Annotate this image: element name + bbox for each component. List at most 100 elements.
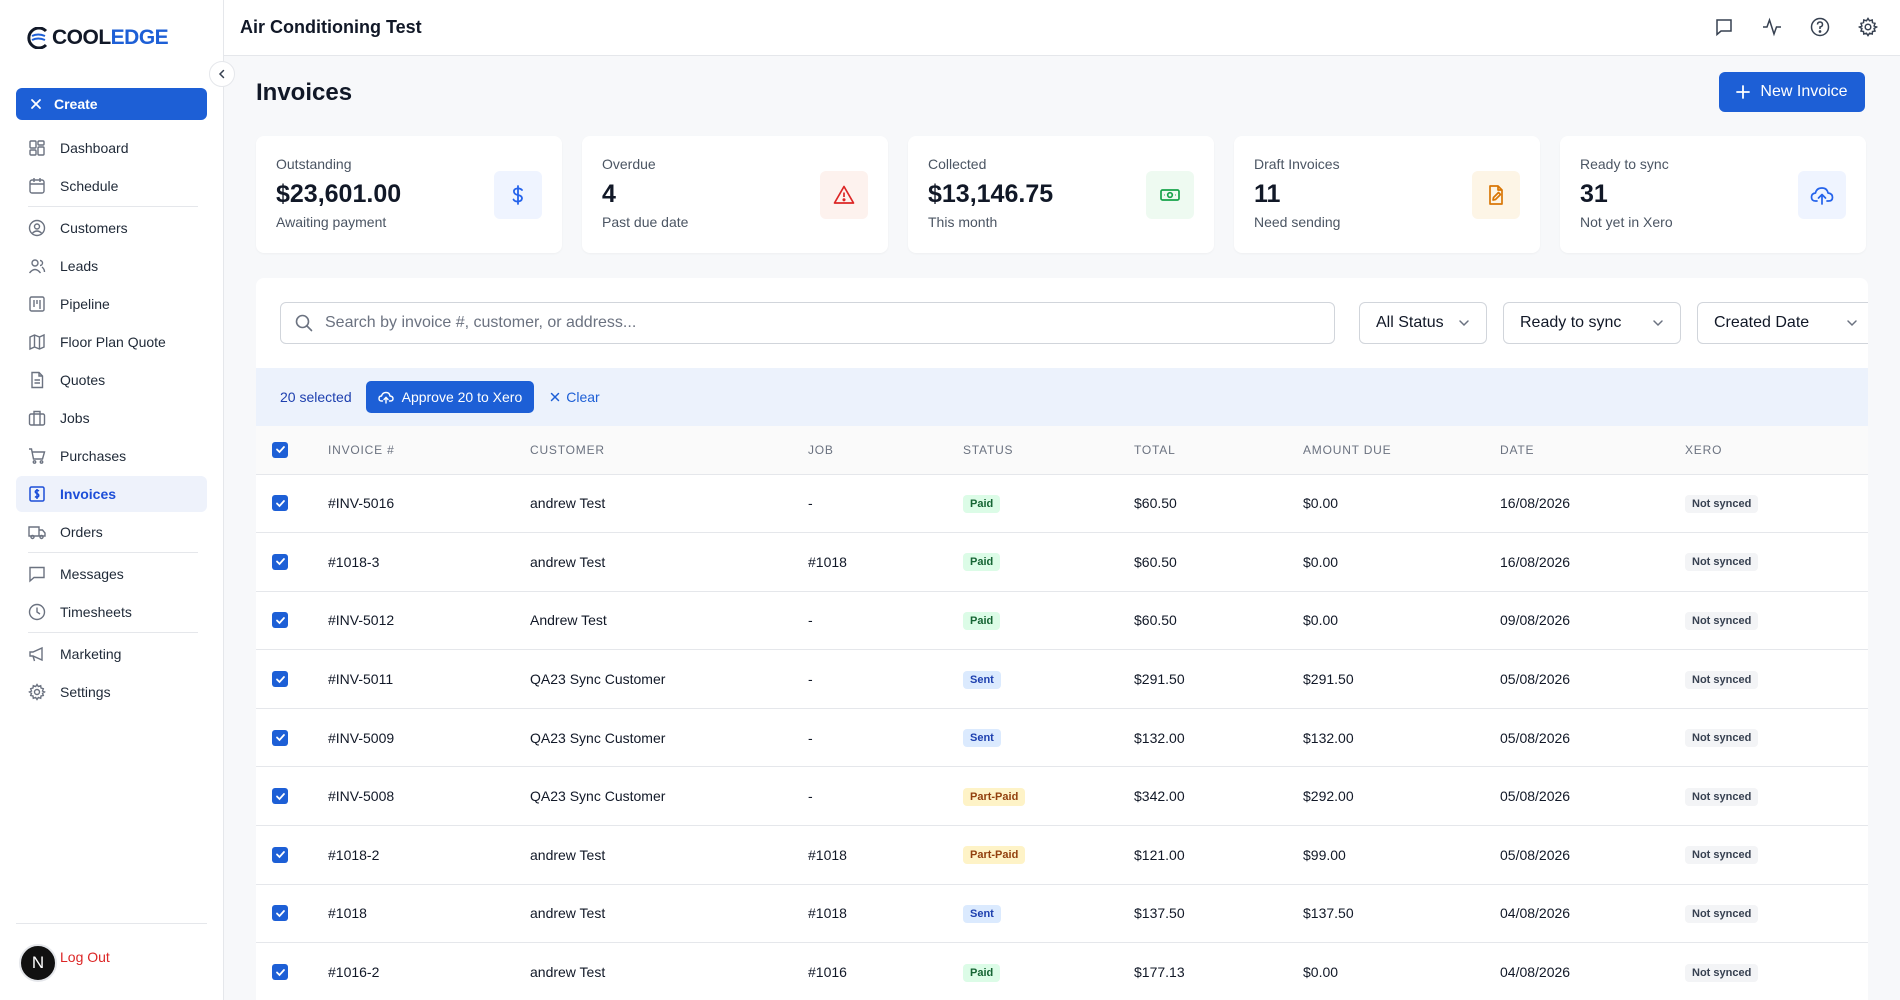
sidebar-item-invoices[interactable]: Invoices xyxy=(16,476,207,512)
row-checkbox[interactable] xyxy=(272,495,288,512)
avatar[interactable]: N xyxy=(19,944,57,982)
column-header-status[interactable]: STATUS xyxy=(963,426,1134,474)
invoice-number[interactable]: #INV-5009 xyxy=(328,708,530,767)
logout-link[interactable]: Log Out xyxy=(60,949,110,965)
sidebar-item-dashboard[interactable]: Dashboard xyxy=(16,130,207,166)
row-checkbox[interactable] xyxy=(272,964,288,981)
invoice-date: 05/08/2026 xyxy=(1500,846,1571,863)
amount-due: $0.00 xyxy=(1303,495,1339,512)
new-invoice-button[interactable]: New Invoice xyxy=(1719,72,1865,112)
create-label: Create xyxy=(54,96,98,112)
invoice-date: 05/08/2026 xyxy=(1500,729,1571,746)
select-all-checkbox[interactable] xyxy=(272,441,288,458)
search-input[interactable] xyxy=(325,314,1225,332)
approve-to-xero-button[interactable]: Approve 20 to Xero xyxy=(365,381,535,413)
table-row[interactable]: #1018-2 andrew Test #1018 Part-Paid $121… xyxy=(256,825,1868,885)
sync-filter-value: Ready to sync xyxy=(1520,314,1622,331)
column-header-job[interactable]: JOB xyxy=(808,426,963,474)
sidebar-item-label: Floor Plan Quote xyxy=(60,334,166,350)
sidebar-item-label: Settings xyxy=(60,684,111,700)
status-badge: Part-Paid xyxy=(963,787,1026,806)
collapse-sidebar-button[interactable] xyxy=(209,61,235,87)
briefcase-icon xyxy=(28,409,46,427)
sort-dropdown[interactable]: Created Date xyxy=(1697,302,1868,344)
sync-filter-dropdown[interactable]: Ready to sync xyxy=(1503,302,1681,344)
invoice-number[interactable]: #1016-2 xyxy=(328,943,530,1000)
stat-value: 31 xyxy=(1580,180,1608,208)
invoice-number[interactable]: #INV-5012 xyxy=(328,591,530,650)
invoice-number[interactable]: #1018-2 xyxy=(328,826,530,885)
row-checkbox[interactable] xyxy=(272,612,288,629)
job-number[interactable]: #1018 xyxy=(808,884,963,943)
column-header-date[interactable]: DATE xyxy=(1500,426,1685,474)
table-row[interactable]: #INV-5011 QA23 Sync Customer - Sent $291… xyxy=(256,649,1868,709)
search-box[interactable] xyxy=(280,302,1335,344)
calendar-icon xyxy=(28,177,46,195)
help-icon[interactable] xyxy=(1810,16,1830,38)
invoice-date: 09/08/2026 xyxy=(1500,612,1571,629)
column-header-total[interactable]: TOTAL xyxy=(1134,426,1303,474)
sidebar: COOLEDGE Create Dashboard Schedule Custo… xyxy=(0,0,224,1000)
column-header-invoice[interactable]: INVOICE # xyxy=(328,426,530,474)
table-row[interactable]: #INV-5008 QA23 Sync Customer - Part-Paid… xyxy=(256,766,1868,826)
status-filter-dropdown[interactable]: All Status xyxy=(1359,302,1487,344)
column-header-customer[interactable]: CUSTOMER xyxy=(530,426,808,474)
total-amount: $60.50 xyxy=(1134,612,1177,629)
sidebar-item-floor-plan-quote[interactable]: Floor Plan Quote xyxy=(16,324,207,360)
sidebar-item-timesheets[interactable]: Timesheets xyxy=(16,594,207,630)
sidebar-item-pipeline[interactable]: Pipeline xyxy=(16,286,207,322)
sidebar-item-marketing[interactable]: Marketing xyxy=(16,636,207,672)
invoice-dollar-icon xyxy=(28,485,46,503)
sidebar-item-schedule[interactable]: Schedule xyxy=(16,168,207,204)
sidebar-item-purchases[interactable]: Purchases xyxy=(16,438,207,474)
topbar: Air Conditioning Test xyxy=(224,0,1900,56)
row-checkbox[interactable] xyxy=(272,788,288,805)
table-row[interactable]: #1016-2 andrew Test #1016 Paid $177.13 $… xyxy=(256,942,1868,1000)
column-header-xero[interactable]: XERO xyxy=(1685,426,1868,474)
sidebar-item-quotes[interactable]: Quotes xyxy=(16,362,207,398)
logo[interactable]: COOLEDGE xyxy=(26,26,169,50)
map-icon xyxy=(28,333,46,351)
table-row[interactable]: #1018 andrew Test #1018 Sent $137.50 $13… xyxy=(256,884,1868,943)
table-row[interactable]: #INV-5012 Andrew Test - Paid $60.50 $0.0… xyxy=(256,591,1868,650)
sidebar-item-label: Dashboard xyxy=(60,140,129,156)
invoice-number[interactable]: #INV-5008 xyxy=(328,767,530,826)
job-number[interactable]: #1018 xyxy=(808,533,963,592)
table-row[interactable]: #INV-5016 andrew Test - Paid $60.50 $0.0… xyxy=(256,474,1868,533)
invoice-number[interactable]: #1018-3 xyxy=(328,533,530,592)
status-filter-value: All Status xyxy=(1376,314,1444,331)
sidebar-item-leads[interactable]: Leads xyxy=(16,248,207,284)
chat-icon[interactable] xyxy=(1714,16,1734,38)
stat-value: $23,601.00 xyxy=(276,180,402,208)
invoice-number[interactable]: #INV-5011 xyxy=(328,650,530,709)
invoice-date: 04/08/2026 xyxy=(1500,964,1571,981)
row-checkbox[interactable] xyxy=(272,729,288,746)
row-checkbox[interactable] xyxy=(272,846,288,863)
sidebar-item-settings[interactable]: Settings xyxy=(16,674,207,710)
sidebar-item-messages[interactable]: Messages xyxy=(16,556,207,592)
invoice-number[interactable]: #INV-5016 xyxy=(328,474,530,533)
column-header-amount-due[interactable]: AMOUNT DUE xyxy=(1303,426,1500,474)
create-button[interactable]: Create xyxy=(16,88,207,120)
row-checkbox[interactable] xyxy=(272,553,288,570)
clear-selection-button[interactable]: Clear xyxy=(550,389,600,405)
row-checkbox[interactable] xyxy=(272,905,288,922)
table-row[interactable]: #INV-5009 QA23 Sync Customer - Sent $132… xyxy=(256,708,1868,767)
total-amount: $137.50 xyxy=(1134,905,1185,922)
status-badge: Sent xyxy=(963,729,1001,748)
job-number[interactable]: #1016 xyxy=(808,943,963,1000)
invoice-number[interactable]: #1018 xyxy=(328,884,530,943)
sidebar-item-orders[interactable]: Orders xyxy=(16,514,207,550)
row-checkbox[interactable] xyxy=(272,671,288,688)
cart-icon xyxy=(28,447,46,465)
sidebar-item-jobs[interactable]: Jobs xyxy=(16,400,207,436)
cloud-upload-icon xyxy=(377,391,394,404)
table-row[interactable]: #1018-3 andrew Test #1018 Paid $60.50 $0… xyxy=(256,532,1868,592)
activity-icon[interactable] xyxy=(1762,16,1782,38)
check-icon xyxy=(275,792,285,801)
settings-icon[interactable] xyxy=(1858,16,1878,38)
job-number[interactable]: #1018 xyxy=(808,826,963,885)
stat-value: 4 xyxy=(602,180,616,208)
sidebar-item-customers[interactable]: Customers xyxy=(16,210,207,246)
status-badge: Paid xyxy=(963,611,1001,630)
